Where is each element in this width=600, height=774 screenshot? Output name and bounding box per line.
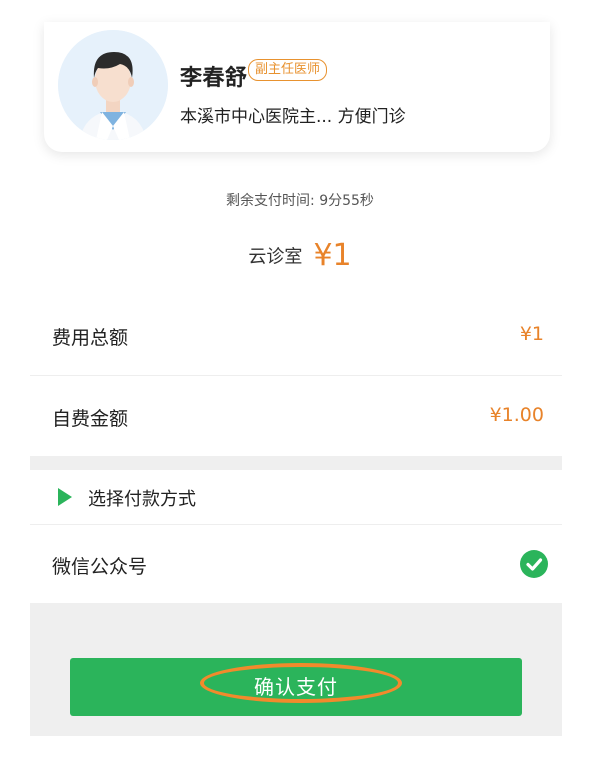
section-divider [30,456,562,470]
payment-method-header: 选择付款方式 [30,470,562,525]
triangle-right-icon [58,488,72,506]
fee-row-self-pay: 自费金额 ¥1.00 [30,376,562,457]
confirm-pay-button[interactable]: 确认支付 [70,658,522,716]
fee-value: ¥1 [519,323,544,345]
doctor-avatar [58,30,168,140]
service-price-row: 云诊室 ¥1 [0,238,600,278]
payment-method-header-label: 选择付款方式 [88,489,196,510]
fee-value: ¥1.00 [489,404,544,426]
service-label: 云诊室 [248,246,303,268]
service-price: ¥1 [313,238,352,273]
doctor-card[interactable]: 李春舒 副主任医师 本溪市中心医院主... 方便门诊 [44,22,550,152]
payment-option-wechat[interactable]: 微信公众号 [30,525,562,603]
check-mark [526,558,543,571]
fee-label: 费用总额 [52,327,129,349]
doctor-hospital: 本溪市中心医院主... 方便门诊 [180,107,406,127]
footer-area: 确认支付 [30,603,562,736]
fee-label: 自费金额 [52,408,129,430]
payment-option-label: 微信公众号 [52,556,148,578]
doctor-name: 李春舒 [180,66,248,91]
payment-timer: 剩余支付时间: 9分55秒 [226,193,374,209]
doctor-avatar-illustration [58,30,168,140]
doctor-title-badge: 副主任医师 [248,59,328,81]
fee-row-total: 费用总额 ¥1 [30,295,562,376]
check-circle-icon[interactable] [520,550,548,578]
